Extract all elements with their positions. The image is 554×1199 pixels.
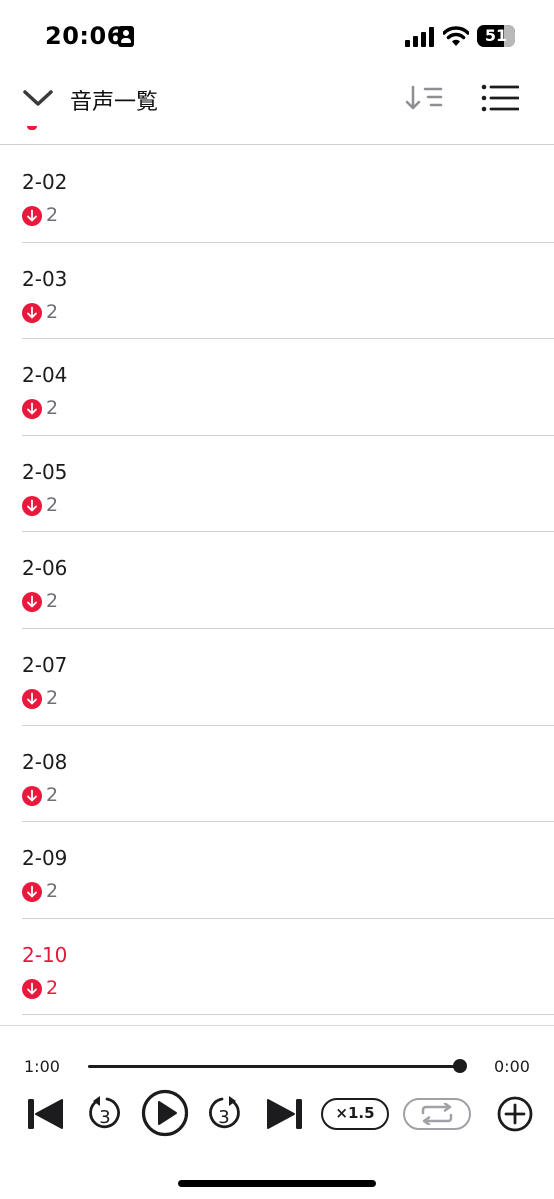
status-bar: 20:06 51 xyxy=(0,0,554,70)
track-title: 2-04 xyxy=(22,363,68,388)
time-elapsed: 1:00 xyxy=(24,1057,60,1076)
repeat-button[interactable] xyxy=(403,1098,471,1130)
track-count: 2 xyxy=(46,300,59,323)
progress-fill xyxy=(88,1065,460,1068)
download-badge-icon xyxy=(22,302,42,323)
home-indicator[interactable] xyxy=(178,1180,376,1187)
battery-level: 51 xyxy=(484,26,508,45)
play-icon[interactable] xyxy=(141,1089,189,1137)
list-icon[interactable] xyxy=(481,84,519,112)
rewind-seconds: 3 xyxy=(99,1107,110,1128)
skip-next-icon[interactable] xyxy=(266,1097,304,1131)
rewind-icon[interactable]: 3 xyxy=(87,1094,123,1132)
track-count: 2 xyxy=(46,880,59,903)
download-badge-icon xyxy=(22,399,42,420)
track-row[interactable]: 2-04 2 xyxy=(22,339,554,436)
speed-button[interactable]: ×1.5 xyxy=(321,1098,389,1130)
download-badge-icon xyxy=(22,785,42,806)
page-title: 音声一覧 xyxy=(70,90,159,115)
track-row[interactable]: 2-10 2 xyxy=(22,919,554,1016)
repeat-icon xyxy=(421,1103,453,1125)
header: 音声一覧 xyxy=(0,70,554,145)
track-row[interactable]: 2-02 2 xyxy=(22,146,554,243)
track-count: 2 xyxy=(46,493,59,516)
sort-icon[interactable] xyxy=(404,84,444,112)
track-count: 2 xyxy=(46,204,59,226)
track-count: 2 xyxy=(46,590,59,613)
signal-icon xyxy=(405,27,434,47)
id-card-icon xyxy=(118,26,134,47)
time-remaining: 0:00 xyxy=(494,1057,530,1076)
track-title: 2-09 xyxy=(22,846,68,871)
chevron-down-icon[interactable] xyxy=(22,86,54,110)
track-row[interactable]: 2-07 2 xyxy=(22,629,554,726)
track-row[interactable]: 2-08 2 xyxy=(22,726,554,823)
download-badge-icon xyxy=(22,495,42,516)
track-title: 2-10 xyxy=(22,942,68,967)
download-badge-icon xyxy=(22,978,42,999)
player-bar: 1:00 0:00 3 3 ×1.5 xyxy=(0,1025,554,1199)
forward-seconds: 3 xyxy=(218,1107,229,1128)
progress-bar[interactable] xyxy=(88,1059,467,1073)
track-title: 2-03 xyxy=(22,266,68,291)
forward-icon[interactable]: 3 xyxy=(206,1094,242,1132)
progress-thumb[interactable] xyxy=(453,1059,467,1073)
status-time: 20:06 xyxy=(45,22,124,50)
download-badge-icon xyxy=(22,206,42,226)
track-row[interactable]: 2-06 2 xyxy=(22,532,554,629)
track-list: 2-02 2 2-03 2 2-04 2 2-05 2 2-06 2 2-07 2 2-08 2 2-09 2… xyxy=(0,146,554,1016)
track-row[interactable]: 2-09 2 xyxy=(22,822,554,919)
track-title: 2-05 xyxy=(22,459,68,484)
download-badge-icon xyxy=(22,882,42,903)
track-count: 2 xyxy=(46,686,59,709)
add-icon[interactable] xyxy=(497,1096,533,1132)
download-badge-icon xyxy=(22,592,42,613)
skip-previous-icon[interactable] xyxy=(26,1097,64,1131)
track-count: 2 xyxy=(46,397,59,420)
track-count: 2 xyxy=(46,783,59,806)
track-title: 2-08 xyxy=(22,749,68,774)
track-title: 2-06 xyxy=(22,556,68,581)
track-row[interactable]: 2-03 2 xyxy=(22,243,554,340)
track-title: 2-07 xyxy=(22,652,68,677)
track-count: 2 xyxy=(46,976,59,999)
track-title: 2-02 xyxy=(22,170,68,194)
track-row[interactable]: 2-05 2 xyxy=(22,436,554,533)
download-badge-icon xyxy=(22,688,42,709)
wifi-icon xyxy=(443,26,469,46)
battery-icon: 51 xyxy=(477,25,515,47)
